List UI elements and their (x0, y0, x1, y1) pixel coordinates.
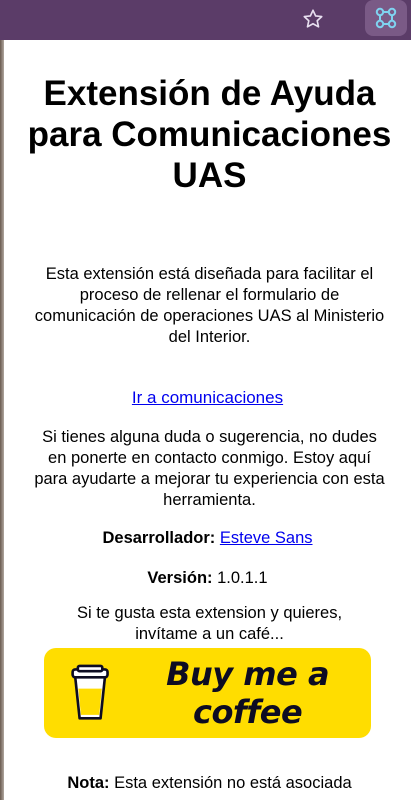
bmc-label: Buy me a coffee (166, 655, 330, 731)
communications-link[interactable]: Ir a comunicaciones (132, 388, 283, 407)
note-body: Esta extensión no está asociada (114, 774, 352, 792)
description-text: Esta extensión está diseñada para facili… (34, 265, 385, 346)
browser-toolbar (0, 0, 411, 40)
page-title: Extensión de Ayuda para Comunicaciones U… (27, 74, 392, 195)
developer-row: Desarrollador: Esteve Sans (4, 528, 411, 549)
extension-icon[interactable] (365, 0, 407, 36)
extension-popup: Extensión de Ayuda para Comunicaciones U… (4, 40, 411, 800)
developer-label: Desarrollador: (102, 529, 216, 547)
version-value: 1.0.1.1 (217, 569, 268, 587)
help-text: Si tienes alguna duda o sugerencia, no d… (34, 428, 385, 509)
bookmark-star-icon[interactable] (298, 4, 328, 34)
version-label: Versión: (147, 569, 213, 587)
buy-me-a-coffee-button[interactable]: Buy me a coffee (44, 648, 371, 738)
developer-link[interactable]: Esteve Sans (220, 529, 313, 547)
note-text: Nota: Esta extensión no está asociada (24, 773, 395, 794)
version-row: Versión: 1.0.1.1 (4, 568, 411, 589)
comm-link-row: Ir a comunicaciones (4, 387, 411, 408)
coffee-cup-icon (71, 664, 109, 720)
note-label: Nota: (67, 774, 110, 792)
coffee-invite-text: Si te gusta esta extension y quieres, in… (76, 604, 343, 643)
